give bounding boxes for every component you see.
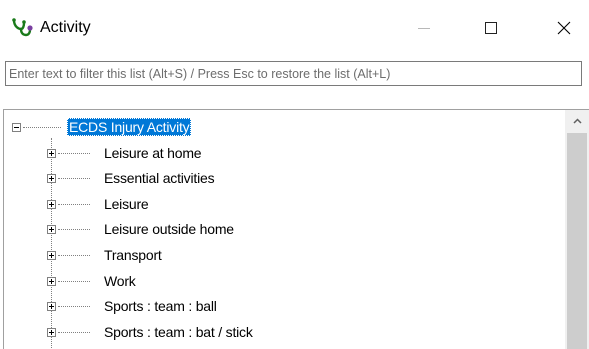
tree-item[interactable]: Sports : team : bat / stick (4, 323, 564, 348)
window-title: Activity (40, 19, 91, 36)
close-icon (557, 21, 571, 35)
tree-connector (58, 229, 90, 231)
scrollbar-thumb[interactable] (567, 133, 587, 349)
expand-icon[interactable] (47, 251, 56, 260)
minimize-button[interactable] (401, 0, 447, 56)
tree-item-label[interactable]: Work (104, 272, 136, 290)
maximize-icon (485, 22, 497, 34)
tree-connector (23, 127, 61, 129)
expand-icon[interactable] (47, 277, 56, 286)
expand-icon[interactable] (47, 328, 56, 337)
tree-item[interactable]: Work (4, 272, 564, 297)
tree-item-label[interactable]: Transport (104, 246, 162, 264)
vertical-scrollbar[interactable] (565, 110, 589, 349)
close-button[interactable] (541, 0, 587, 56)
tree-item[interactable]: Leisure (4, 195, 564, 220)
tree-root-label[interactable]: ECDS Injury Activity (67, 118, 192, 136)
expand-icon[interactable] (47, 149, 56, 158)
minimize-icon (418, 27, 430, 29)
activity-window: Activity ECDS Injury Activity Leisure at… (0, 0, 589, 349)
tree-item-label[interactable]: Sports : team : bat / stick (104, 323, 253, 341)
activity-tree[interactable]: ECDS Injury Activity Leisure at home Ess… (3, 109, 589, 349)
tree-connector (58, 178, 90, 180)
filter-input[interactable] (5, 61, 582, 86)
tree-root-row[interactable]: ECDS Injury Activity (4, 118, 564, 143)
tree-item-label[interactable]: Essential activities (104, 169, 215, 187)
expand-icon[interactable] (47, 174, 56, 183)
tree-connector (58, 255, 90, 257)
scroll-up-button[interactable] (565, 110, 589, 132)
tree-item-label[interactable]: Leisure outside home (104, 220, 234, 238)
expand-icon[interactable] (47, 200, 56, 209)
title-bar[interactable]: Activity (0, 0, 589, 56)
tree-item-label[interactable]: Leisure at home (104, 144, 202, 162)
tree-item-label[interactable]: Leisure (104, 195, 149, 213)
tree-item[interactable]: Leisure outside home (4, 220, 564, 245)
tree-item-label[interactable]: Sports : team : ball (104, 297, 217, 315)
collapse-icon[interactable] (12, 123, 21, 132)
stethoscope-app-icon (12, 18, 33, 37)
tree-connector (58, 153, 90, 155)
maximize-button[interactable] (468, 0, 514, 56)
tree-item[interactable]: Transport (4, 246, 564, 271)
tree-item[interactable]: Essential activities (4, 169, 564, 194)
chevron-up-icon (572, 118, 582, 124)
tree-connector (58, 281, 90, 283)
tree-connector (58, 332, 90, 334)
tree-connector (58, 306, 90, 308)
expand-icon[interactable] (47, 302, 56, 311)
tree-item[interactable]: Sports : team : ball (4, 297, 564, 322)
tree-connector (58, 204, 90, 206)
expand-icon[interactable] (47, 225, 56, 234)
tree-item[interactable]: Leisure at home (4, 144, 564, 169)
